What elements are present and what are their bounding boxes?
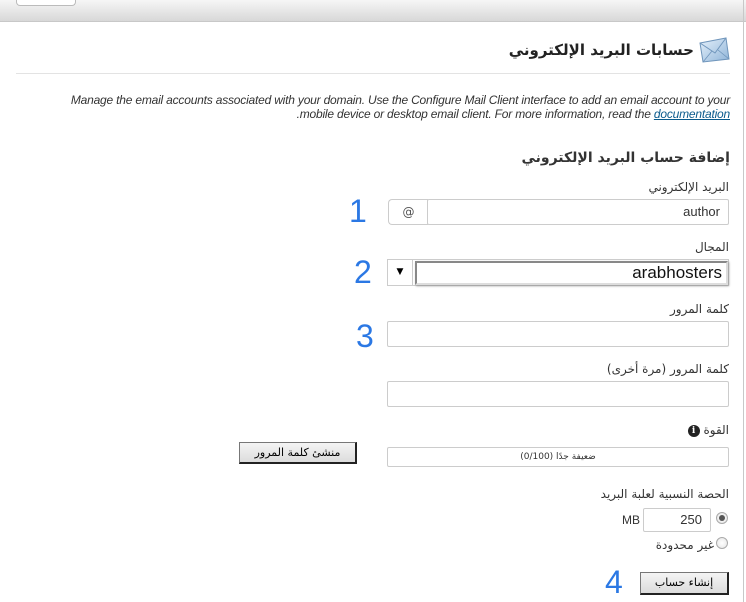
- quota-unlimited-label: غير محدودة: [655, 538, 714, 552]
- password-label: كلمة المرور: [669, 302, 729, 316]
- info-icon[interactable]: i: [687, 424, 700, 437]
- quota-unit: MB: [622, 513, 640, 527]
- domain-select[interactable]: ▼ arabhosters: [387, 259, 729, 286]
- step-number-4: 4: [605, 564, 623, 600]
- chevron-down-icon[interactable]: ▼: [388, 260, 413, 285]
- domain-value[interactable]: arabhosters: [415, 261, 728, 285]
- domain-label: المجال: [694, 240, 729, 254]
- top-bar: CPANEL 11: [0, 0, 746, 22]
- at-symbol: @: [388, 199, 428, 225]
- envelope-icon: [699, 37, 730, 63]
- page-header: حسابات البريد الإلكتروني: [509, 34, 730, 66]
- quota-limited-radio[interactable]: [716, 512, 728, 524]
- step-number-3: 3: [356, 318, 374, 354]
- cpanel-tab[interactable]: CPANEL 11: [16, 0, 76, 6]
- step-number-2: 2: [354, 254, 372, 290]
- password-input[interactable]: [387, 321, 729, 347]
- password-strength-meter: ضعيفة جدًا (0/100): [387, 447, 729, 467]
- password-again-input[interactable]: [387, 381, 729, 407]
- documentation-link[interactable]: documentation: [654, 107, 730, 121]
- page-title: حسابات البريد الإلكتروني: [508, 41, 694, 59]
- right-border: [743, 0, 744, 602]
- quota-label: الحصة النسبية لعلبة البريد: [600, 487, 729, 501]
- quota-input[interactable]: 250: [643, 508, 711, 532]
- page-description: Manage the email accounts associated wit…: [20, 93, 730, 121]
- description-line-1: Manage the email accounts associated wit…: [70, 93, 730, 107]
- description-line-2: .mobile device or desktop email client. …: [296, 107, 731, 121]
- email-input[interactable]: author: [427, 199, 729, 225]
- step-number-1: 1: [349, 193, 367, 229]
- quota-unlimited-radio[interactable]: [716, 537, 728, 549]
- password-again-label: كلمة المرور (مرة أخرى): [606, 362, 729, 376]
- create-account-button[interactable]: إنشاء حساب: [640, 572, 729, 595]
- add-account-title: إضافة حساب البريد الإلكتروني: [521, 150, 730, 166]
- password-generator-button[interactable]: منشئ كلمة المرور: [239, 442, 357, 464]
- strength-label-row: القوة i: [685, 423, 729, 437]
- divider: [16, 73, 730, 74]
- email-label: البريد الإلكتروني: [648, 180, 729, 194]
- strength-label: القوة: [703, 423, 729, 437]
